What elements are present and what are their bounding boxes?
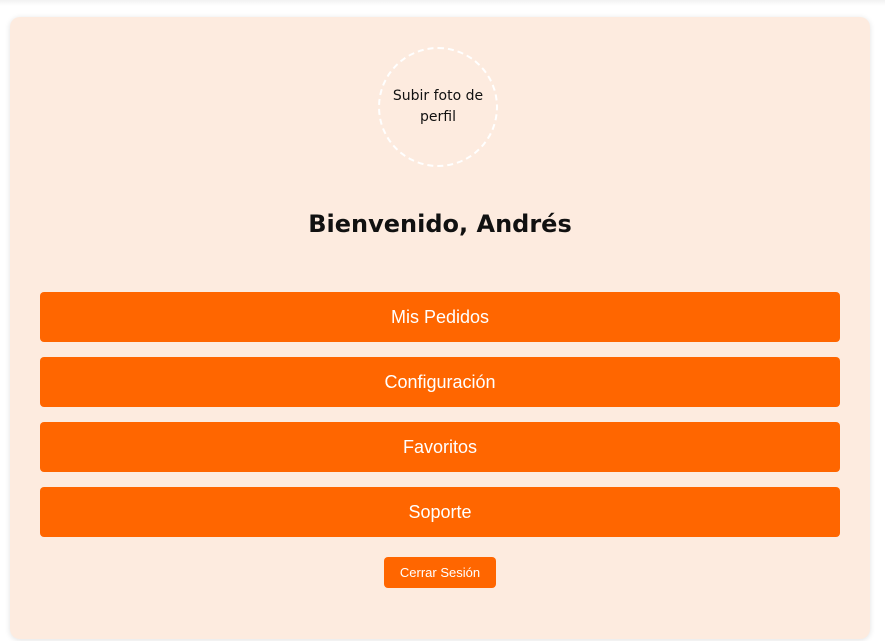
support-button[interactable]: Soporte: [40, 487, 840, 537]
profile-card: Subir foto de perfil Bienvenido, Andrés …: [10, 17, 870, 639]
upload-photo-label: Subir foto de perfil: [392, 88, 484, 125]
settings-button[interactable]: Configuración: [40, 357, 840, 407]
profile-menu: Mis Pedidos Configuración Favoritos Sopo…: [40, 292, 840, 552]
welcome-heading: Bienvenido, Andrés: [308, 210, 572, 238]
orders-button[interactable]: Mis Pedidos: [40, 292, 840, 342]
favorites-button[interactable]: Favoritos: [40, 422, 840, 472]
logout-button[interactable]: Cerrar Sesión: [384, 557, 496, 588]
top-bar-shadow: [0, 0, 885, 6]
upload-photo-button[interactable]: Subir foto de perfil: [378, 47, 498, 167]
